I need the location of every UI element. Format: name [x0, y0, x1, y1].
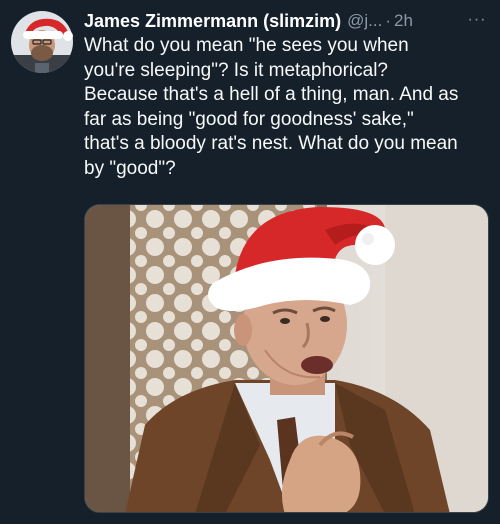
tweet-text-line: by "good"?: [84, 157, 176, 179]
tweet-media-image[interactable]: [84, 204, 489, 513]
tweet-text: What do you mean "he sees you when you'r…: [84, 34, 494, 181]
more-horizontal-icon[interactable]: ···: [466, 9, 488, 31]
tweet-text-line: What do you mean "he sees you when: [84, 35, 409, 56]
tweet-text-line: that's a bloody rat's nest. What do you …: [84, 133, 458, 154]
tweet-text-line: far as being "good for goodness' sake,": [84, 108, 414, 130]
avatar[interactable]: [11, 11, 73, 73]
timestamp[interactable]: 2h: [394, 11, 413, 31]
tweet-card[interactable]: James Zimmermann (slimzim) @j... · 2h ··…: [0, 0, 500, 524]
author-name[interactable]: James Zimmermann (slimzim): [84, 11, 341, 32]
tweet-text-line: Because that's a hell of a thing, man. A…: [84, 84, 459, 105]
tweet-text-line: you're sleeping"? Is it metaphorical?: [84, 59, 388, 81]
separator-dot: ·: [385, 11, 391, 30]
man-with-santa-hat-photo: [85, 205, 488, 512]
tweet-header: James Zimmermann (slimzim) @j... · 2h ··…: [84, 9, 488, 33]
author-handle[interactable]: @j...: [347, 11, 382, 31]
avatar-image: [11, 11, 73, 73]
